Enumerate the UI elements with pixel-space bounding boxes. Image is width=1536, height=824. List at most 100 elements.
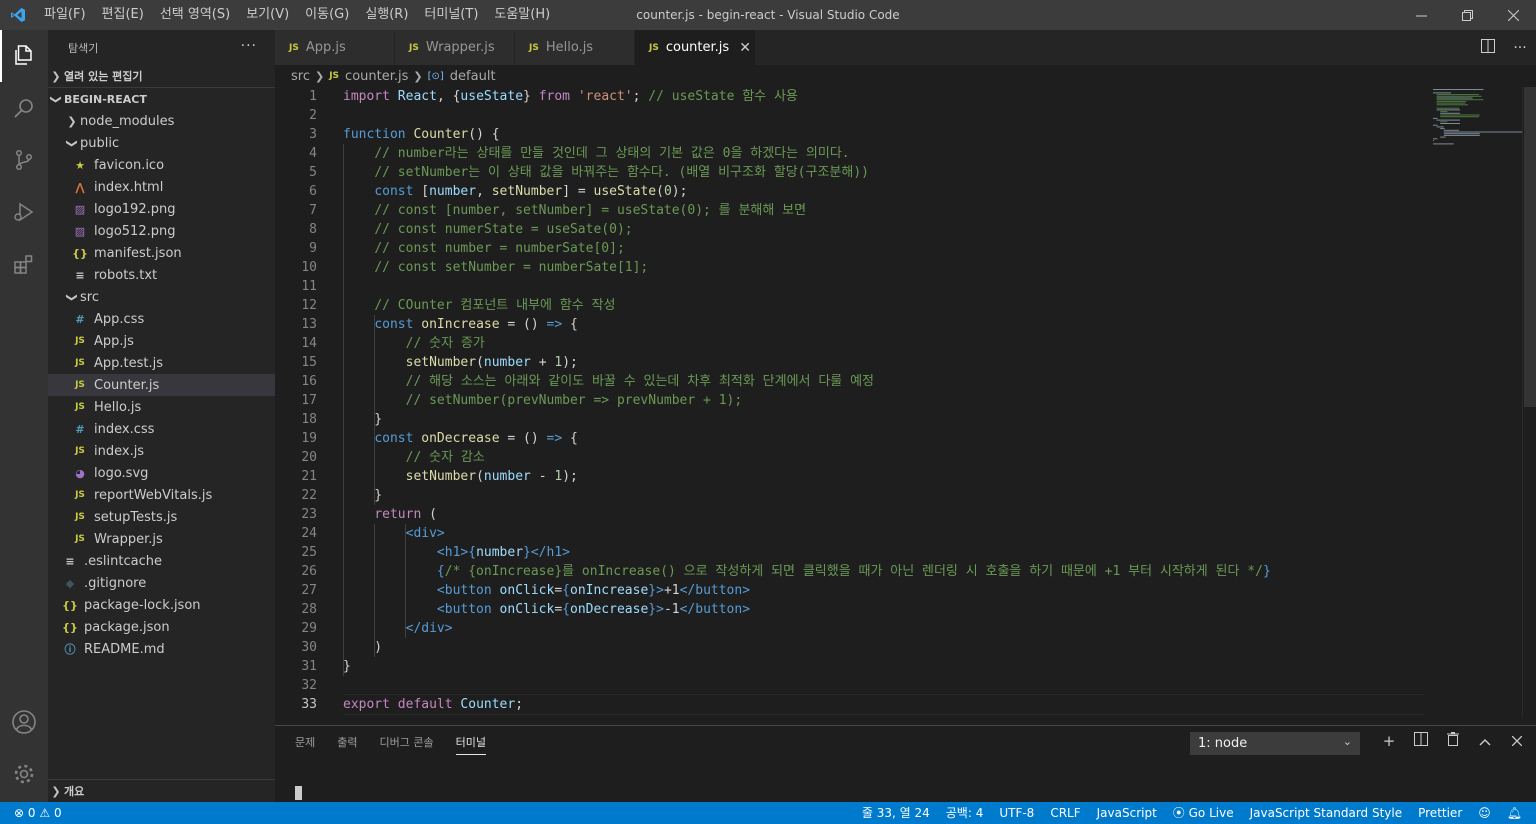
restore-button[interactable] bbox=[1444, 0, 1490, 30]
indentation[interactable]: 공백: 4 bbox=[946, 802, 984, 824]
panel-tab[interactable]: 출력 bbox=[337, 734, 357, 755]
minimap[interactable] bbox=[1425, 87, 1523, 717]
code-editor[interactable]: 1 import React, {useState} from 'react'; … bbox=[275, 87, 1425, 717]
split-terminal-icon[interactable] bbox=[1405, 732, 1437, 750]
tree-item[interactable]: JS App.js bbox=[48, 330, 275, 352]
open-editors-section[interactable]: ❯ 열려 있는 편집기 bbox=[48, 65, 275, 88]
tree-item[interactable]: JS App.test.js bbox=[48, 352, 275, 374]
tree-item[interactable]: ▨ logo512.png bbox=[48, 220, 275, 242]
tree-item[interactable]: {} package.json bbox=[48, 616, 275, 638]
code-token: 0 bbox=[663, 184, 672, 199]
extensions-icon[interactable] bbox=[0, 238, 48, 290]
menu-item[interactable]: 파일(F) bbox=[36, 0, 94, 30]
new-terminal-icon[interactable]: + bbox=[1373, 732, 1405, 750]
tree-item[interactable]: ≡ .eslintcache bbox=[48, 550, 275, 572]
code-token: ( bbox=[421, 507, 437, 522]
tree-item[interactable]: ⋀ index.html bbox=[48, 176, 275, 198]
menu-item[interactable]: 선택 영역(S) bbox=[152, 0, 238, 30]
line-number: 27 bbox=[301, 583, 317, 598]
tab-hello-js[interactable]: JS Hello.js bbox=[515, 30, 635, 65]
indent-guide bbox=[374, 429, 376, 505]
menu-item[interactable]: 이동(G) bbox=[297, 0, 357, 30]
terminal-select[interactable]: 1: node ⌄ bbox=[1190, 732, 1360, 755]
tree-item[interactable]: {} package-lock.json bbox=[48, 594, 275, 616]
split-editor-icon[interactable] bbox=[1472, 38, 1504, 57]
tree-item[interactable]: ❯ src bbox=[48, 286, 275, 308]
breadcrumb-symbol[interactable]: default bbox=[450, 69, 496, 84]
breadcrumb-file[interactable]: counter.js bbox=[345, 69, 408, 84]
more-actions-icon[interactable]: ··· bbox=[1504, 40, 1536, 56]
minimap-line bbox=[1440, 123, 1460, 124]
errors-status[interactable]: ⊗ 0 ⚠ 0 bbox=[14, 802, 62, 824]
source-control-icon[interactable] bbox=[0, 134, 48, 186]
tree-item[interactable]: JS Wrapper.js bbox=[48, 528, 275, 550]
tree-item[interactable]: JS reportWebVitals.js bbox=[48, 484, 275, 506]
panel-tab[interactable]: 문제 bbox=[295, 734, 315, 755]
panel-tab[interactable]: 디버그 콘솔 bbox=[380, 734, 434, 755]
tree-item[interactable]: ≡ robots.txt bbox=[48, 264, 275, 286]
maximize-panel-icon[interactable] bbox=[1469, 732, 1501, 750]
tree-item[interactable]: {} manifest.json bbox=[48, 242, 275, 264]
minimize-button[interactable] bbox=[1398, 0, 1444, 30]
tree-item[interactable]: ◆ .gitignore bbox=[48, 572, 275, 594]
menu-item[interactable]: 편집(E) bbox=[94, 0, 152, 30]
panel-actions: + bbox=[1373, 732, 1533, 750]
trash-icon[interactable] bbox=[1437, 732, 1469, 750]
menu-item[interactable]: 터미널(T) bbox=[416, 0, 486, 30]
tab-wrapper-js[interactable]: JS Wrapper.js bbox=[395, 30, 515, 65]
line-number: 30 bbox=[301, 640, 317, 655]
code-token: setNumber bbox=[405, 469, 477, 484]
tree-item[interactable]: ❯ node_modules bbox=[48, 110, 275, 132]
close-icon[interactable]: ✕ bbox=[739, 40, 751, 56]
menu-item[interactable]: 보기(V) bbox=[238, 0, 297, 30]
feedback-icon[interactable]: ☺ bbox=[1478, 802, 1491, 824]
tree-item[interactable]: ❯ public bbox=[48, 132, 275, 154]
tab-app-js[interactable]: JS App.js bbox=[275, 30, 395, 65]
tree-item[interactable]: JS Hello.js bbox=[48, 396, 275, 418]
account-icon[interactable] bbox=[0, 696, 48, 748]
menu-item[interactable]: 실행(R) bbox=[357, 0, 416, 30]
cursor-position[interactable]: 줄 33, 열 24 bbox=[862, 802, 930, 824]
search-icon[interactable] bbox=[0, 82, 48, 134]
code-line: 27 <button onClick={onIncrease}>+1</butt… bbox=[275, 581, 1425, 600]
project-section[interactable]: ❯ BEGIN-REACT bbox=[48, 88, 275, 110]
notifications-bell-icon[interactable]: 🔔︎ bbox=[1507, 802, 1522, 824]
title-bar: 파일(F) 편집(E) 선택 영역(S) 보기(V) 이동(G) 실행(R) 터미널(T) 도… bbox=[0, 0, 1536, 30]
explorer-header: 탐색기 ··· bbox=[48, 30, 275, 65]
code-token: // setNumber(prevNumber => prevNumber + … bbox=[405, 393, 743, 408]
close-window-button[interactable] bbox=[1490, 0, 1536, 30]
tree-item[interactable]: JS Counter.js bbox=[48, 374, 275, 396]
editor-scrollbar[interactable] bbox=[1522, 87, 1536, 717]
end-of-line[interactable]: CRLF bbox=[1050, 802, 1080, 824]
tree-item[interactable]: JS index.js bbox=[48, 440, 275, 462]
formatter[interactable]: Prettier bbox=[1418, 802, 1462, 824]
tree-item[interactable]: ⓘ README.md bbox=[48, 638, 275, 660]
outline-section[interactable]: ❯ 개요 bbox=[48, 779, 275, 802]
encoding[interactable]: UTF-8 bbox=[999, 802, 1034, 824]
tree-item[interactable]: ▨ logo192.png bbox=[48, 198, 275, 220]
tree-item[interactable]: JS setupTests.js bbox=[48, 506, 275, 528]
panel-tab[interactable]: 터미널 bbox=[455, 734, 486, 755]
explorer-icon[interactable] bbox=[0, 30, 48, 82]
linter-style[interactable]: JavaScript Standard Style bbox=[1250, 802, 1403, 824]
more-actions-icon[interactable]: ··· bbox=[241, 38, 257, 54]
tree-item[interactable]: # index.css bbox=[48, 418, 275, 440]
run-debug-icon[interactable] bbox=[0, 186, 48, 238]
language-mode[interactable]: JavaScript bbox=[1097, 802, 1157, 824]
settings-gear-icon[interactable] bbox=[0, 748, 48, 800]
tab-counter-js[interactable]: JS counter.js ✕ bbox=[635, 30, 756, 65]
code-text: // const numerState = useSate(0); bbox=[343, 220, 632, 239]
menu-item[interactable]: 도움말(H) bbox=[486, 0, 558, 30]
breadcrumb-folder[interactable]: src bbox=[291, 69, 310, 84]
close-panel-icon[interactable] bbox=[1501, 732, 1533, 750]
info-file-icon: ⓘ bbox=[64, 643, 76, 656]
go-live-button[interactable]: ⦿ Go Live bbox=[1173, 802, 1234, 824]
js-file-icon: JS bbox=[75, 380, 85, 390]
tree-item-label: favicon.ico bbox=[94, 157, 165, 173]
code-token: import bbox=[343, 89, 390, 104]
tree-item[interactable]: # App.css bbox=[48, 308, 275, 330]
scrollbar-thumb[interactable] bbox=[1524, 87, 1536, 407]
tree-item[interactable]: ◕ logo.svg bbox=[48, 462, 275, 484]
tree-item[interactable]: ★ favicon.ico bbox=[48, 154, 275, 176]
